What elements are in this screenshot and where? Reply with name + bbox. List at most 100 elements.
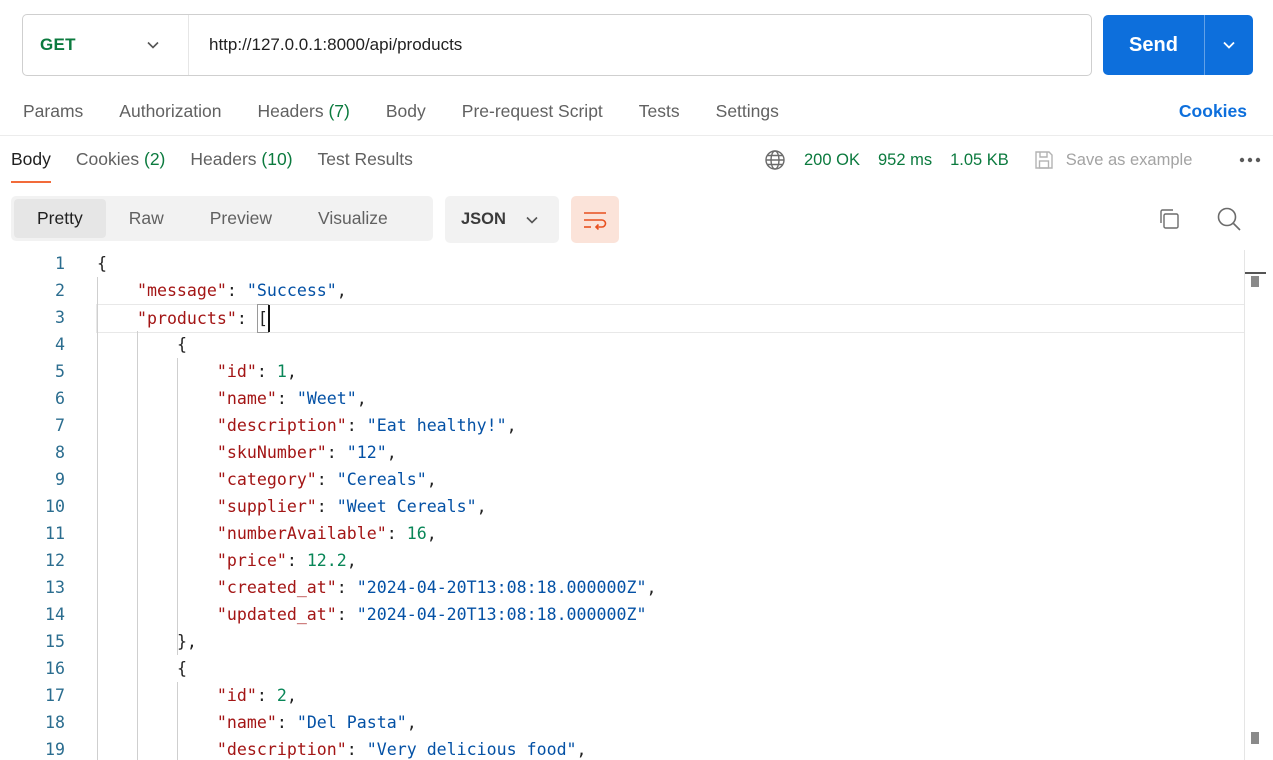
more-horizontal-icon[interactable] [1239, 156, 1261, 164]
response-time[interactable]: 952 ms [878, 151, 932, 170]
code-token: "price" [216, 551, 287, 570]
code-token: : [226, 281, 247, 300]
code-token: 2 [276, 686, 287, 705]
tab-response-body[interactable]: Body [11, 145, 51, 183]
code-text: }, [97, 628, 197, 655]
line-number: 5 [55, 362, 65, 381]
section-divider [0, 135, 1273, 136]
code-token: , [426, 524, 437, 543]
indent-guide [176, 358, 178, 655]
line-number: 6 [55, 389, 65, 408]
tab-authorization[interactable]: Authorization [119, 101, 221, 122]
tab-response-headers-label: Headers [190, 149, 257, 169]
indent-guide [97, 277, 98, 760]
method-label: GET [40, 35, 76, 54]
code-text: "id": 1, [97, 358, 297, 385]
view-raw-button[interactable]: Raw [106, 199, 187, 238]
code-token: "2024-04-20T13:08:18.000000Z" [356, 578, 647, 597]
code-line: 14 "updated_at": "2024-04-20T13:08:18.00… [0, 601, 1245, 628]
code-text: "supplier": "Weet Cereals", [97, 493, 487, 520]
line-number: 3 [55, 308, 65, 327]
tab-response-cookies[interactable]: Cookies (2) [76, 145, 166, 173]
code-line: 17 "id": 2, [0, 682, 1245, 709]
search-button[interactable] [1215, 205, 1243, 233]
code-line: 1{ [0, 250, 1245, 277]
line-number: 13 [45, 578, 65, 597]
wrap-lines-button[interactable] [571, 196, 619, 243]
line-number: 1 [55, 254, 65, 273]
response-size[interactable]: 1.05 KB [950, 151, 1009, 170]
save-as-example-button[interactable]: Save as example [1033, 149, 1192, 171]
code-token: : [276, 389, 297, 408]
tab-response-headers[interactable]: Headers (10) [190, 145, 292, 173]
request-tabs: Params Authorization Headers (7) Body Pr… [23, 96, 1247, 126]
tab-pre-request-script[interactable]: Pre-request Script [462, 101, 603, 122]
code-line: 13 "created_at": "2024-04-20T13:08:18.00… [0, 574, 1245, 601]
send-options-button[interactable] [1205, 15, 1253, 75]
tab-settings[interactable]: Settings [716, 101, 779, 122]
cookies-link[interactable]: Cookies [1179, 101, 1247, 122]
view-visualize-button[interactable]: Visualize [295, 199, 411, 238]
line-number: 19 [45, 740, 65, 759]
code-token: : [276, 713, 297, 732]
tab-headers[interactable]: Headers (7) [257, 101, 349, 122]
scrollbar-thumb-top[interactable] [1251, 276, 1259, 287]
tab-params[interactable]: Params [23, 101, 83, 122]
code-line: 9 "category": "Cereals", [0, 466, 1245, 493]
copy-icon [1160, 209, 1179, 229]
copy-button[interactable] [1156, 206, 1182, 232]
status-code[interactable]: 200 OK [804, 151, 860, 170]
code-token: "description" [216, 740, 347, 759]
url-input[interactable] [189, 15, 1091, 75]
code-token: : [286, 551, 307, 570]
tab-headers-label: Headers [257, 100, 324, 121]
tab-response-headers-count: (10) [261, 149, 293, 169]
code-token: 12.2 [306, 551, 347, 570]
code-text: "numberAvailable": 16, [97, 520, 437, 547]
code-token: 1 [276, 362, 287, 381]
code-token: "Weet Cereals" [336, 497, 477, 516]
code-token: : [316, 497, 337, 516]
code-token: , [356, 389, 367, 408]
code-token: "name" [216, 713, 277, 732]
code-text: "products": [ [97, 304, 270, 333]
code-token: : [326, 443, 347, 462]
code-token: , [346, 551, 357, 570]
response-body-editor[interactable]: 1{2 "message": "Success", 3 "products": [… [0, 250, 1245, 760]
tab-headers-count: (7) [328, 100, 350, 121]
code-token: "12" [346, 443, 387, 462]
code-token: , [426, 470, 437, 489]
code-token: "Cereals" [336, 470, 427, 489]
code-text: "category": "Cereals", [97, 466, 437, 493]
code-token: , [576, 740, 587, 759]
code-line: 8 "skuNumber": "12", [0, 439, 1245, 466]
code-token: : [336, 605, 357, 624]
code-text: "updated_at": "2024-04-20T13:08:18.00000… [97, 601, 647, 628]
method-select[interactable]: GET [23, 15, 189, 75]
code-token: , [286, 362, 297, 381]
tab-tests[interactable]: Tests [639, 101, 680, 122]
view-preview-button[interactable]: Preview [187, 199, 295, 238]
send-button[interactable]: Send [1103, 15, 1205, 75]
scrollbar-thumb-bottom[interactable] [1251, 732, 1259, 744]
code-token: 16 [406, 524, 427, 543]
code-token: { [97, 254, 107, 273]
format-select[interactable]: JSON [445, 196, 559, 243]
tab-body[interactable]: Body [386, 101, 426, 122]
view-pretty-button[interactable]: Pretty [14, 199, 106, 238]
code-text: { [97, 331, 187, 358]
code-text: "description": "Eat healthy!", [97, 412, 517, 439]
line-number: 9 [55, 470, 65, 489]
line-number: 18 [45, 713, 65, 732]
code-token: "2024-04-20T13:08:18.000000Z" [356, 605, 647, 624]
code-line: 7 "description": "Eat healthy!", [0, 412, 1245, 439]
code-text: "created_at": "2024-04-20T13:08:18.00000… [97, 574, 657, 601]
editor-scrollbar[interactable] [1244, 250, 1266, 760]
line-number: 11 [45, 524, 65, 543]
code-line: 15 }, [0, 628, 1245, 655]
line-number: 8 [55, 443, 65, 462]
line-number: 14 [45, 605, 65, 624]
code-token: : [256, 362, 277, 381]
globe-icon[interactable] [764, 149, 786, 171]
tab-test-results[interactable]: Test Results [318, 145, 413, 173]
